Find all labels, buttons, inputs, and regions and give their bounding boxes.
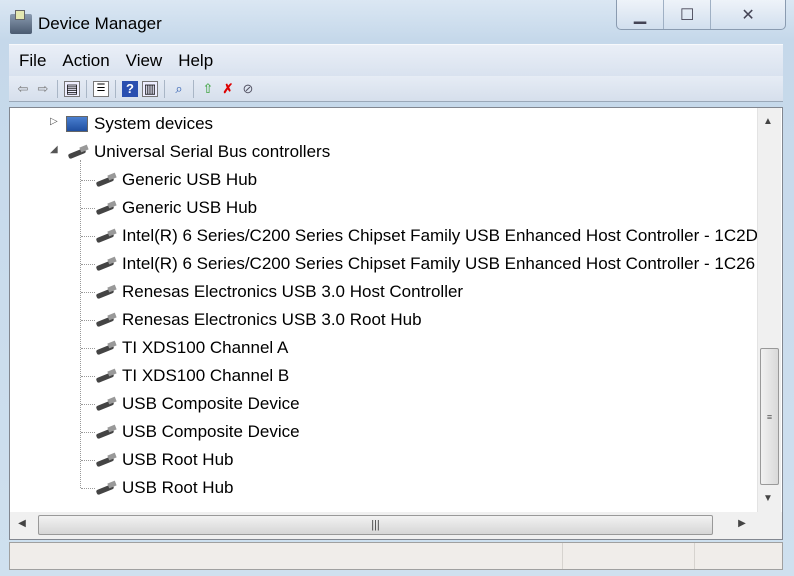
tree-item-usb-device[interactable]: USB Composite Device <box>94 420 300 444</box>
tree-item-label: USB Composite Device <box>122 394 300 413</box>
status-pane-2 <box>563 543 695 569</box>
close-button[interactable]: ✕ <box>711 0 785 29</box>
tree-line <box>81 264 95 265</box>
maximize-button[interactable]: ☐ <box>664 0 712 29</box>
tree-item-usb-device[interactable]: USB Root Hub <box>94 448 234 472</box>
update-driver-icon[interactable]: ⇧ <box>200 81 216 97</box>
scroll-right-arrow[interactable]: ▶ <box>732 518 752 529</box>
usb-icon <box>66 145 90 159</box>
status-pane-3 <box>695 543 782 569</box>
tree-item-label: Intel(R) 6 Series/C200 Series Chipset Fa… <box>122 254 756 273</box>
device-manager-icon <box>10 10 32 34</box>
tree-item-usb-device[interactable]: TI XDS100 Channel B <box>94 364 289 388</box>
properties-icon[interactable]: ☰ <box>93 80 109 97</box>
collapse-icon[interactable]: ◢ <box>50 144 58 155</box>
tree-item-usb-device[interactable]: Renesas Electronics USB 3.0 Host Control… <box>94 280 463 304</box>
tree-item-usb-device[interactable]: Generic USB Hub <box>94 196 257 220</box>
tree-item-usb-device[interactable]: Generic USB Hub <box>94 168 257 192</box>
tree-item-label: USB Root Hub <box>122 478 234 497</box>
tree-line <box>81 404 95 405</box>
usb-icon <box>94 341 118 355</box>
toolbar-separator <box>57 79 58 98</box>
tree-item-usb-device[interactable]: TI XDS100 Channel A <box>94 336 288 360</box>
scroll-down-arrow[interactable]: ▼ <box>758 493 778 504</box>
device-tree: ▷ System devices ◢ Universal Serial Bus … <box>9 107 783 512</box>
tree-line <box>81 320 95 321</box>
tree-item-system-devices[interactable]: System devices <box>66 112 213 136</box>
horizontal-scrollbar[interactable]: ◀ ||| ▶ <box>9 512 783 540</box>
menu-help[interactable]: Help <box>178 51 213 71</box>
usb-icon <box>94 173 118 187</box>
show-action-pane-icon[interactable]: ▥ <box>142 80 158 97</box>
tree-item-label: TI XDS100 Channel A <box>122 338 289 357</box>
tree-line <box>81 348 95 349</box>
vertical-scrollbar[interactable]: ▲ ≡ ▼ <box>757 108 781 512</box>
tree-line <box>80 160 81 488</box>
tree-item-usb-controllers[interactable]: Universal Serial Bus controllers <box>66 140 330 164</box>
toolbar: ⇦ ⇨ ▤ ☰ ? ▥ ⌕ ⇧ ✗ ⊘ <box>9 76 783 102</box>
scroll-up-arrow[interactable]: ▲ <box>758 116 778 127</box>
tree-line <box>81 292 95 293</box>
tree-line <box>81 208 95 209</box>
toolbar-separator <box>115 79 116 98</box>
tree-item-usb-device[interactable]: Intel(R) 6 Series/C200 Series Chipset Fa… <box>94 252 755 276</box>
help-icon[interactable]: ? <box>122 80 138 97</box>
expand-icon[interactable]: ▷ <box>50 116 58 127</box>
tree-item-label: Renesas Electronics USB 3.0 Root Hub <box>122 310 422 329</box>
usb-icon <box>94 257 118 271</box>
tree-line <box>81 488 95 489</box>
usb-icon <box>94 313 118 327</box>
usb-icon <box>94 201 118 215</box>
usb-icon <box>94 397 118 411</box>
disable-icon[interactable]: ⊘ <box>240 81 256 97</box>
toolbar-separator <box>164 79 165 98</box>
usb-icon <box>94 229 118 243</box>
minimize-button[interactable]: ▁ <box>617 0 665 29</box>
tree-item-usb-device[interactable]: USB Root Hub <box>94 476 234 500</box>
menu-action[interactable]: Action <box>62 51 109 71</box>
status-pane-main <box>10 543 563 569</box>
forward-icon[interactable]: ⇨ <box>35 81 51 97</box>
tree-line <box>81 180 95 181</box>
tree-item-usb-device[interactable]: USB Composite Device <box>94 392 300 416</box>
tree-item-label: USB Composite Device <box>122 422 300 441</box>
window-title: Device Manager <box>38 14 162 33</box>
tree-line <box>81 376 95 377</box>
system-devices-icon <box>66 116 88 132</box>
usb-icon <box>94 453 118 467</box>
tree-line <box>81 236 95 237</box>
menu-file[interactable]: File <box>19 51 46 71</box>
tree-item-label: USB Root Hub <box>122 450 234 469</box>
toolbar-separator <box>193 79 194 98</box>
usb-icon <box>94 285 118 299</box>
tree-item-label: Universal Serial Bus controllers <box>94 142 331 161</box>
tree-item-label: Generic USB Hub <box>122 198 258 217</box>
back-icon[interactable]: ⇦ <box>15 81 31 97</box>
tree-item-usb-device[interactable]: Renesas Electronics USB 3.0 Root Hub <box>94 308 422 332</box>
tree-line <box>81 432 95 433</box>
tree-item-label: Intel(R) 6 Series/C200 Series Chipset Fa… <box>122 226 758 245</box>
usb-icon <box>94 369 118 383</box>
usb-icon <box>94 481 118 495</box>
show-hide-console-tree-icon[interactable]: ▤ <box>64 80 80 97</box>
tree-item-label: Generic USB Hub <box>122 170 258 189</box>
uninstall-icon[interactable]: ✗ <box>220 81 236 97</box>
status-bar <box>9 542 783 570</box>
usb-icon <box>94 425 118 439</box>
tree-item-label: TI XDS100 Channel B <box>122 366 290 385</box>
tree-line <box>81 460 95 461</box>
tree-item-label: System devices <box>94 114 214 133</box>
title-bar: Device Manager <box>10 10 162 38</box>
scan-hardware-icon[interactable]: ⌕ <box>171 81 187 97</box>
tree-item-usb-device[interactable]: Intel(R) 6 Series/C200 Series Chipset Fa… <box>94 224 758 248</box>
menu-view[interactable]: View <box>126 51 163 71</box>
tree-item-label: Renesas Electronics USB 3.0 Host Control… <box>122 282 464 301</box>
vertical-scroll-thumb[interactable]: ≡ <box>760 348 779 485</box>
toolbar-separator <box>86 79 87 98</box>
horizontal-scroll-thumb[interactable]: ||| <box>38 515 713 535</box>
menu-bar: File Action View Help <box>9 44 783 76</box>
window-controls: ▁ ☐ ✕ <box>616 0 786 30</box>
scroll-left-arrow[interactable]: ◀ <box>12 518 32 529</box>
